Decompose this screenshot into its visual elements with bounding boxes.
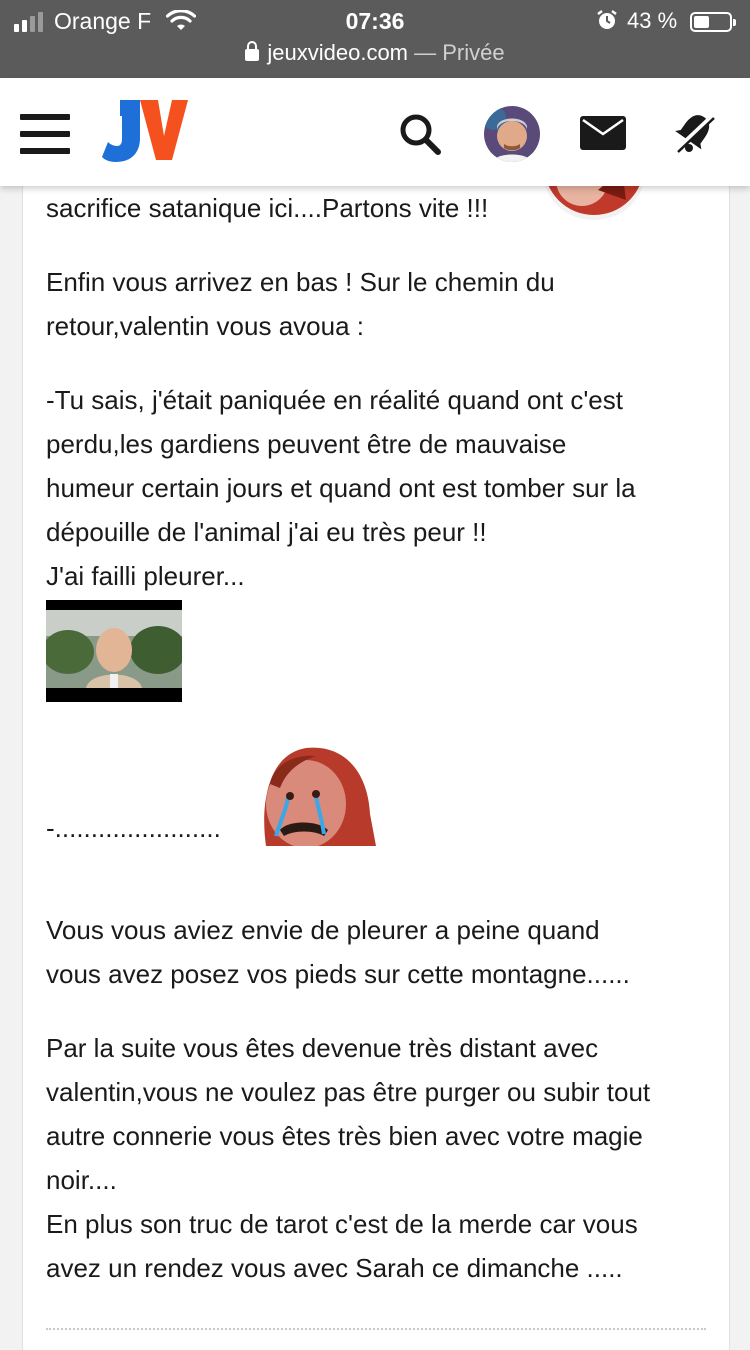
private-mode-label: — Privée xyxy=(408,40,505,65)
menu-icon[interactable] xyxy=(20,114,70,154)
post-text: valentin,vous ne voulez pas être purger … xyxy=(46,1077,651,1107)
post-text: autre connerie vous êtes très bien avec … xyxy=(46,1121,643,1151)
site-header xyxy=(0,78,750,186)
post-body: sacrifice satanique ici....Partons vite … xyxy=(46,186,706,1290)
video-thumbnail[interactable] xyxy=(46,600,182,702)
post-text: retour,valentin vous avoua : xyxy=(46,311,364,341)
battery-icon xyxy=(690,12,736,32)
crying-man-sticker xyxy=(264,747,376,846)
post-text: Vous vous aviez envie de pleurer a peine… xyxy=(46,915,600,945)
post-text: noir.... xyxy=(46,1165,117,1195)
lock-icon xyxy=(245,41,260,61)
post-text: -Tu sais, j'était paniquée en réalité qu… xyxy=(46,385,623,415)
post-text: -....................... xyxy=(46,813,221,843)
alarm-icon xyxy=(597,10,617,29)
bell-muted-icon[interactable] xyxy=(672,110,716,154)
jv-logo[interactable] xyxy=(102,98,188,164)
post-text: perdu,les gardiens peuvent être de mauva… xyxy=(46,429,567,459)
user-avatar[interactable] xyxy=(484,106,540,162)
search-icon[interactable] xyxy=(398,112,442,156)
mail-icon[interactable] xyxy=(580,116,626,150)
post-text: Enfin vous arrivez en bas ! Sur le chemi… xyxy=(46,267,555,297)
post-text: En plus son truc de tarot c'est de la me… xyxy=(46,1209,638,1239)
post-text: avez un rendez vous avec Sarah ce dimanc… xyxy=(46,1253,623,1283)
status-bar: Orange F 07:36 43 % jeuxvideo.com — Priv… xyxy=(0,0,750,78)
post-separator xyxy=(46,1328,706,1330)
post-text: dépouille de l'animal j'ai eu très peur … xyxy=(46,517,487,547)
post-text: Par la suite vous êtes devenue très dist… xyxy=(46,1033,599,1063)
post-text: vous avez posez vos pieds sur cette mont… xyxy=(46,959,630,989)
address-bar[interactable]: jeuxvideo.com — Privée xyxy=(0,40,750,66)
post-text: J'ai failli pleurer... xyxy=(46,561,245,591)
url-domain: jeuxvideo.com xyxy=(267,40,409,65)
battery-percent: 43 % xyxy=(627,8,678,33)
post-text: humeur certain jours et quand ont est to… xyxy=(46,473,636,503)
